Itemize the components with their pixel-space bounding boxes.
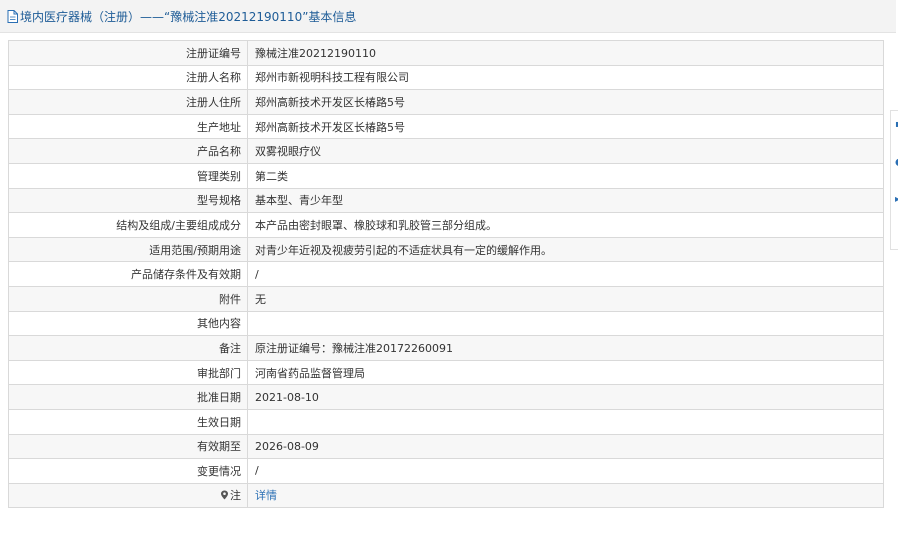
registration-info-table: 注册证编号 豫械注准20212190110 注册人名称 郑州市新视明科技工程有限… [8, 40, 884, 509]
row-label-intended-use: 适用范围/预期用途 [8, 236, 248, 263]
row-value-product-name: 双雾视眼疗仪 [247, 138, 884, 164]
row-label-management-category: 管理类别 [8, 162, 248, 189]
row-value-structure-composition: 本产品由密封眼罩、橡胶球和乳胶管三部分组成。 [247, 212, 884, 238]
row-label-remarks: 备注 [8, 335, 248, 361]
row-value-change-status: / [247, 458, 884, 484]
row-value-registrant-address: 郑州高新技术开发区长椿路5号 [247, 89, 884, 115]
row-label-model-spec: 型号规格 [8, 187, 248, 214]
row-label-storage-validity: 产品储存条件及有效期 [8, 261, 248, 287]
table-row: 注册人名称 郑州市新视明科技工程有限公司 [8, 64, 884, 91]
map-pin-icon [221, 490, 228, 500]
document-icon [7, 9, 18, 23]
row-label-other-content: 其他内容 [8, 310, 248, 337]
row-value-model-spec: 基本型、青少年型 [247, 187, 884, 214]
table-row: 生产地址 郑州高新技术开发区长椿路5号 [8, 113, 884, 140]
row-label-attachment: 附件 [8, 285, 248, 312]
row-label-registrant-address: 注册人住所 [8, 89, 248, 115]
table-row: 注 详情 [8, 482, 884, 509]
row-label-production-address: 生产地址 [8, 113, 248, 140]
row-value-registrant-name: 郑州市新视明科技工程有限公司 [247, 64, 884, 91]
row-value-attachment: 无 [247, 285, 884, 312]
row-value-approval-date: 2021-08-10 [247, 384, 884, 410]
table-row: 生效日期 [8, 408, 884, 435]
row-label-valid-until: 有效期至 [8, 433, 248, 460]
table-row: 适用范围/预期用途 对青少年近视及视疲劳引起的不适症状具有一定的缓解作用。 [8, 236, 884, 263]
table-row: 有效期至 2026-08-09 [8, 433, 884, 460]
row-label-approval-date: 批准日期 [8, 384, 248, 410]
row-value-production-address: 郑州高新技术开发区长椿路5号 [247, 113, 884, 140]
row-label-effective-date: 生效日期 [8, 408, 248, 435]
row-value-remarks: 原注册证编号：豫械注准20172260091 [247, 335, 884, 361]
details-link[interactable]: 详情 [255, 489, 277, 502]
table-row: 变更情况 / [8, 458, 884, 484]
row-label-registrant-name: 注册人名称 [8, 64, 248, 91]
row-value-intended-use: 对青少年近视及视疲劳引起的不适症状具有一定的缓解作用。 [247, 236, 884, 263]
floating-side-toolbar[interactable] [890, 110, 898, 250]
note-label-text: 注 [230, 489, 241, 503]
table-row: 注册人住所 郑州高新技术开发区长椿路5号 [8, 89, 884, 115]
row-label-registration-number: 注册证编号 [8, 40, 248, 66]
table-row: 附件 无 [8, 285, 884, 312]
table-row: 产品名称 双雾视眼疗仪 [8, 138, 884, 164]
table-row: 备注 原注册证编号：豫械注准20172260091 [8, 335, 884, 361]
row-label-approval-department: 审批部门 [8, 359, 248, 386]
row-value-effective-date [247, 408, 884, 435]
row-label-structure-composition: 结构及组成/主要组成成分 [8, 212, 248, 238]
table-row: 批准日期 2021-08-10 [8, 384, 884, 410]
table-row: 管理类别 第二类 [8, 162, 884, 189]
table-row: 型号规格 基本型、青少年型 [8, 187, 884, 214]
row-value-note: 详情 [247, 482, 884, 509]
table-row: 产品储存条件及有效期 / [8, 261, 884, 287]
row-value-other-content [247, 310, 884, 337]
row-value-valid-until: 2026-08-09 [247, 433, 884, 460]
row-value-registration-number: 豫械注准20212190110 [247, 40, 884, 66]
page-header: 境内医疗器械（注册）——“豫械注准20212190110”基本信息 [0, 0, 896, 33]
row-value-approval-department: 河南省药品监督管理局 [247, 359, 884, 386]
table-row: 结构及组成/主要组成成分 本产品由密封眼罩、橡胶球和乳胶管三部分组成。 [8, 212, 884, 238]
row-label-product-name: 产品名称 [8, 138, 248, 164]
table-row: 注册证编号 豫械注准20212190110 [8, 40, 884, 66]
table-row: 其他内容 [8, 310, 884, 337]
row-label-note: 注 [8, 482, 248, 509]
row-value-management-category: 第二类 [247, 162, 884, 189]
table-row: 审批部门 河南省药品监督管理局 [8, 359, 884, 386]
page-title: 境内医疗器械（注册）——“豫械注准20212190110”基本信息 [20, 9, 357, 24]
row-value-storage-validity: / [247, 261, 884, 287]
row-label-change-status: 变更情况 [8, 458, 248, 484]
